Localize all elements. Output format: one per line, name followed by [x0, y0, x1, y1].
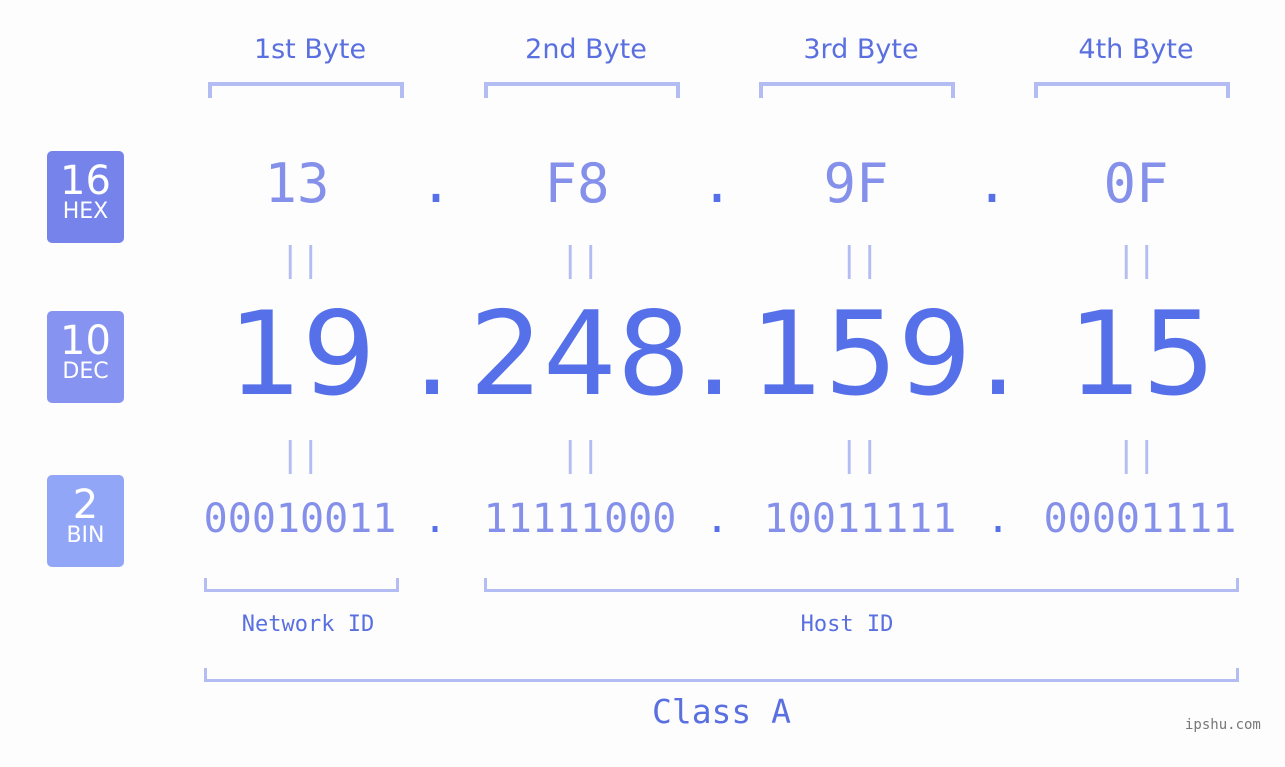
- byte-bracket-4: [1034, 82, 1230, 98]
- byte-header-1: 1st Byte: [253, 34, 367, 65]
- dec-base: 10: [60, 318, 111, 364]
- equals-icon: ||: [839, 435, 880, 475]
- bin-badge: 2 BIN: [47, 475, 124, 567]
- bin-separator-2: .: [704, 496, 730, 542]
- hex-separator-1: .: [419, 152, 453, 215]
- class-label: Class A: [651, 692, 792, 731]
- bin-base: 2: [72, 482, 99, 528]
- dec-separator-1: .: [413, 287, 451, 422]
- dec-separator-2: .: [695, 287, 733, 422]
- dec-label: DEC: [62, 359, 109, 384]
- bin-separator-1: .: [422, 496, 448, 542]
- network-id-bracket: [204, 578, 399, 592]
- bin-label: BIN: [66, 523, 105, 548]
- dec-separator-3: .: [979, 287, 1017, 422]
- network-id-label: Network ID: [241, 612, 375, 637]
- hex-label: HEX: [62, 199, 109, 224]
- bin-value-3: 10011111: [763, 496, 957, 542]
- equals-icon: ||: [560, 435, 601, 475]
- equals-icon: ||: [280, 435, 321, 475]
- host-id-bracket: [484, 578, 1239, 592]
- byte-bracket-1: [208, 82, 404, 98]
- class-bracket: [204, 668, 1239, 682]
- hex-separator-2: .: [700, 152, 734, 215]
- byte-bracket-3: [759, 82, 955, 98]
- bin-separator-3: .: [985, 496, 1011, 542]
- bin-value-4: 00001111: [1043, 496, 1237, 542]
- equals-icon: ||: [839, 240, 880, 280]
- equals-icon: ||: [560, 240, 601, 280]
- hex-separator-3: .: [975, 152, 1009, 215]
- byte-bracket-2: [484, 82, 680, 98]
- watermark: ipshu.com: [1185, 717, 1261, 733]
- equals-icon: ||: [1116, 240, 1157, 280]
- equals-icon: ||: [280, 240, 321, 280]
- byte-header-2: 2nd Byte: [525, 34, 647, 65]
- byte-header-3: 3rd Byte: [803, 34, 919, 65]
- hex-base: 16: [60, 158, 111, 204]
- hex-badge: 16 HEX: [47, 151, 124, 243]
- bin-value-2: 11111000: [483, 496, 677, 542]
- host-id-label: Host ID: [800, 612, 894, 637]
- bin-value-1: 00010011: [203, 496, 397, 542]
- dec-badge: 10 DEC: [47, 311, 124, 403]
- byte-header-4: 4th Byte: [1078, 34, 1194, 65]
- equals-icon: ||: [1116, 435, 1157, 475]
